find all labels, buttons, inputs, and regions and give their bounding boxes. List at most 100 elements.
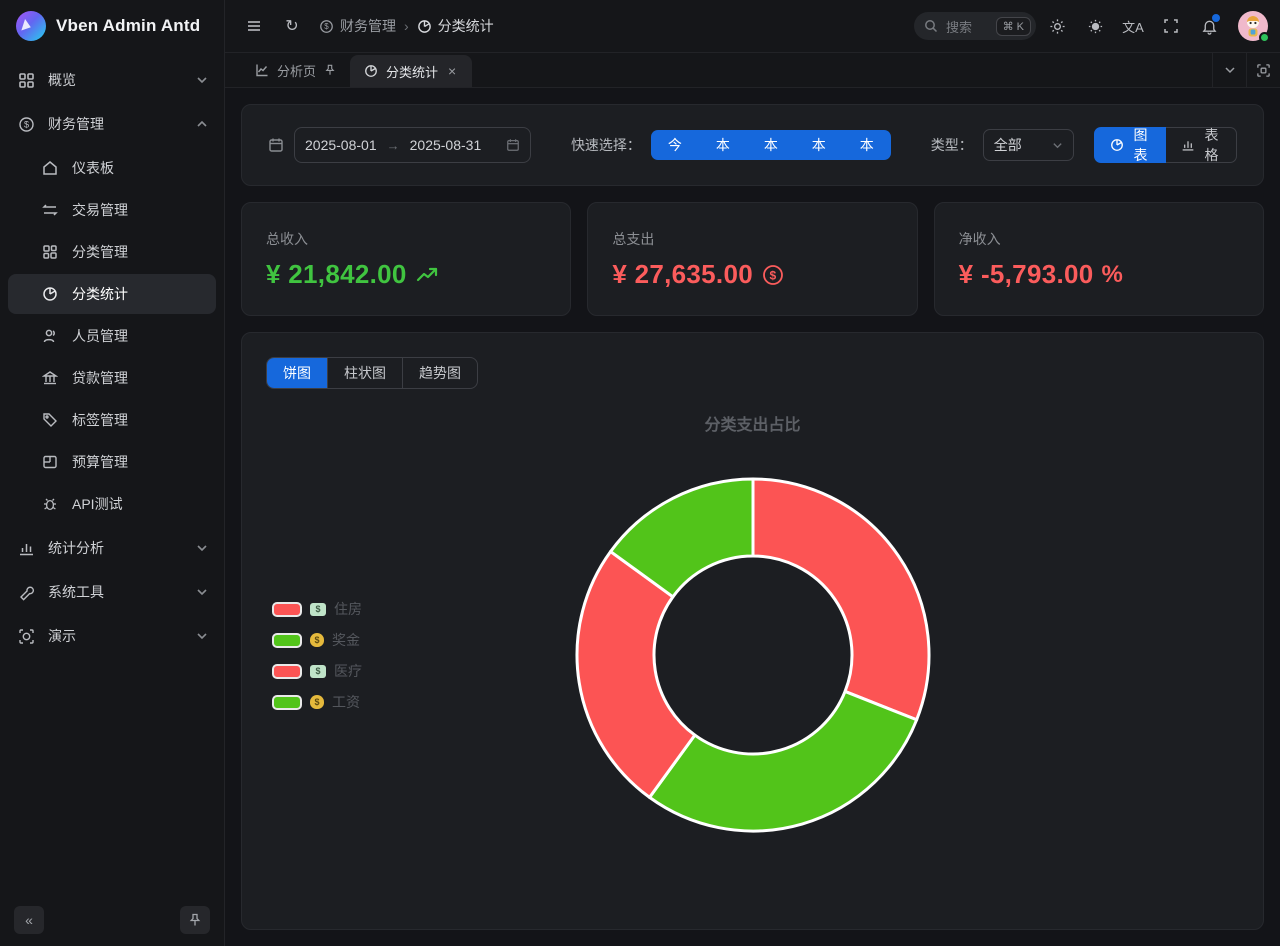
money-with-wings-emoji: $ (310, 603, 326, 616)
svg-text:$: $ (324, 22, 329, 31)
header: ↻ $ 财务管理 › 分类统计 搜索 ⌘ K 文A (225, 0, 1280, 52)
breadcrumb-finance[interactable]: $ 财务管理 (319, 16, 396, 36)
chevron-up-icon (196, 118, 208, 130)
pie-chart-icon (364, 64, 378, 78)
stat-card-income: 总收入 ¥ 21,842.00 (241, 202, 571, 316)
sidebar-item-members[interactable]: 人员管理 (8, 316, 216, 356)
hamburger-icon (246, 18, 262, 34)
app-window: Vben Admin Antd 概览 $ 财务管理 仪表板 交易管理 (0, 0, 1280, 946)
chart-title: 分类支出占比 (242, 411, 1263, 435)
pie-chart-icon (1110, 138, 1124, 152)
bar-chart-icon (1181, 138, 1195, 152)
logo[interactable]: Vben Admin Antd (0, 0, 224, 52)
quick-year-button[interactable]: 本年 (843, 130, 891, 160)
maximize-icon (1256, 63, 1271, 78)
chart-legend: $ 住房 $ 奖金 $ 医疗 $ (272, 599, 362, 712)
dollar-circle-icon: $ (761, 263, 785, 287)
money-with-wings-emoji: $ (310, 665, 326, 678)
chevron-down-icon (196, 586, 208, 598)
stat-label: 总收入 (266, 229, 546, 249)
sidebar-item-overview[interactable]: 概览 (0, 58, 224, 102)
sidebar-item-dashboard[interactable]: 仪表板 (8, 148, 216, 188)
chart-panel: 饼图 柱状图 趋势图 分类支出占比 $ 住房 $ 奖金 (241, 332, 1264, 930)
calendar-icon (268, 137, 284, 153)
sidebar-item-category-stats[interactable]: 分类统计 (8, 274, 216, 314)
sidebar-item-budget[interactable]: 预算管理 (8, 442, 216, 482)
tab-category-stats[interactable]: 分类统计 × (350, 55, 472, 87)
view-table-button[interactable]: 表格 (1166, 127, 1237, 163)
sidebar-item-demo[interactable]: 演示 (0, 614, 224, 658)
maximize-content-button[interactable] (1246, 53, 1280, 87)
tab-pie-chart[interactable]: 饼图 (267, 358, 328, 388)
search-icon (924, 19, 938, 33)
sidebar: Vben Admin Antd 概览 $ 财务管理 仪表板 交易管理 (0, 0, 225, 946)
pin-sidebar-button[interactable] (180, 906, 210, 934)
theme-toggle-button[interactable] (1078, 9, 1112, 43)
quick-month-button[interactable]: 本月 (747, 130, 795, 160)
line-chart-icon (255, 63, 269, 77)
stat-card-expense: 总支出 ¥ 27,635.00 $ (587, 202, 917, 316)
trending-up-icon (415, 263, 439, 287)
app-title: Vben Admin Antd (56, 16, 200, 36)
tabs: 分析页 分类统计 × (225, 53, 1212, 87)
sidebar-item-transactions[interactable]: 交易管理 (8, 190, 216, 230)
tab-list-dropdown-button[interactable] (1212, 53, 1246, 87)
legend-item-salary[interactable]: $ 工资 (272, 692, 362, 712)
date-range-input[interactable]: 2025-08-01 → 2025-08-31 (294, 127, 531, 163)
quick-quarter-button[interactable]: 本季 (795, 130, 843, 160)
fullscreen-button[interactable] (1154, 9, 1188, 43)
stat-card-net: 净收入 ¥ -5,793.00 % (934, 202, 1264, 316)
sidebar-item-tags[interactable]: 标签管理 (8, 400, 216, 440)
view-chart-button[interactable]: 图表 (1094, 127, 1166, 163)
tabbar-controls (1212, 53, 1280, 87)
refresh-button[interactable]: ↻ (275, 9, 309, 43)
quick-today-button[interactable]: 今天 (651, 130, 699, 160)
sidebar-item-finance[interactable]: $ 财务管理 (0, 102, 224, 146)
grid-icon (16, 72, 36, 89)
quick-week-button[interactable]: 本周 (699, 130, 747, 160)
sidebar-item-categories[interactable]: 分类管理 (8, 232, 216, 272)
pie-chart-icon (417, 19, 432, 34)
sidebar-item-statistics[interactable]: 统计分析 (0, 526, 224, 570)
swap-arrows-icon (40, 202, 60, 218)
fullscreen-icon (1163, 18, 1179, 34)
filter-bar: 2025-08-01 → 2025-08-31 快速选择： 今天 本周 本月 本… (241, 104, 1264, 186)
close-tab-icon[interactable]: × (446, 63, 458, 79)
type-select[interactable]: 全部 (983, 129, 1074, 161)
tab-bar-chart[interactable]: 柱状图 (328, 358, 403, 388)
chevron-down-icon (1224, 64, 1236, 76)
legend-item-housing[interactable]: $ 住房 (272, 599, 362, 619)
range-arrow-icon: → (387, 138, 400, 153)
menu-toggle-button[interactable] (237, 9, 271, 43)
language-button[interactable]: 文A (1116, 9, 1150, 43)
tab-analysis[interactable]: 分析页 (241, 53, 350, 87)
donut-chart (563, 465, 943, 845)
user-avatar[interactable] (1238, 11, 1268, 41)
sidebar-item-api-test[interactable]: API测试 (8, 484, 216, 524)
refresh-icon: ↻ (285, 16, 298, 36)
legend-swatch (272, 664, 302, 679)
notifications-button[interactable] (1192, 9, 1226, 43)
pie-slice-住房[interactable] (753, 479, 929, 720)
pie-slice-奖金[interactable] (649, 691, 916, 831)
donut-chart-area (563, 465, 943, 845)
legend-swatch (272, 602, 302, 617)
tag-icon (40, 412, 60, 428)
tab-trend-chart[interactable]: 趋势图 (403, 358, 477, 388)
settings-button[interactable] (1040, 9, 1074, 43)
chart-type-tabs: 饼图 柱状图 趋势图 (266, 357, 478, 389)
bank-icon (40, 370, 60, 386)
pin-icon[interactable] (324, 64, 336, 76)
legend-item-bonus[interactable]: $ 奖金 (272, 630, 362, 650)
search-input[interactable]: 搜索 ⌘ K (914, 12, 1036, 40)
wrench-icon (16, 584, 36, 601)
sidebar-item-system-tools[interactable]: 系统工具 (0, 570, 224, 614)
view-toggle: 图表 表格 (1094, 127, 1237, 163)
money-bag-emoji: $ (310, 695, 324, 709)
stat-value-net: ¥ -5,793.00 % (959, 259, 1239, 290)
sidebar-item-loans[interactable]: 贷款管理 (8, 358, 216, 398)
users-icon (40, 328, 60, 344)
translate-icon: 文A (1122, 17, 1144, 36)
collapse-sidebar-button[interactable]: « (14, 906, 44, 934)
legend-item-medical[interactable]: $ 医疗 (272, 661, 362, 681)
